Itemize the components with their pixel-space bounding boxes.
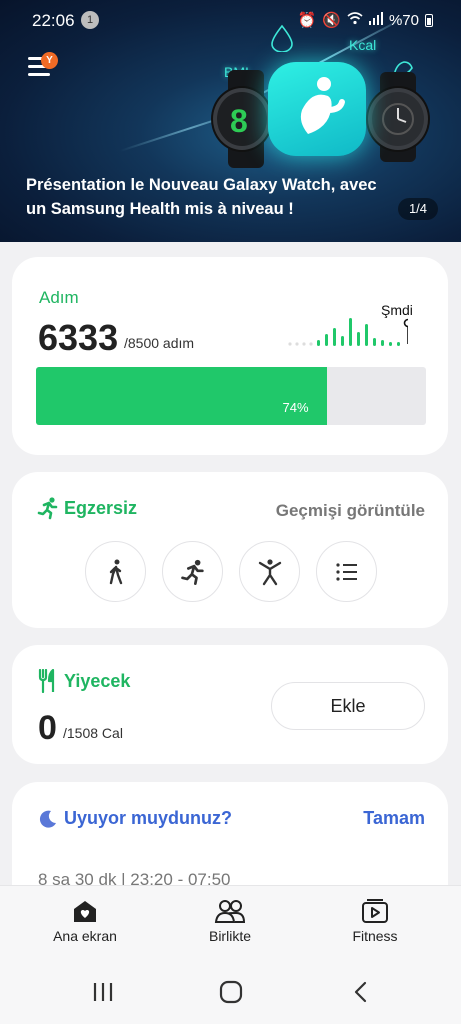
food-title: Yiyecek [64,671,131,691]
exercise-card[interactable]: Egzersiz Geçmişi görüntüle [12,472,448,628]
samsung-health-logo [268,62,366,156]
battery-icon [425,13,433,27]
status-time: 22:06 [32,11,75,30]
steps-count: 6333 [38,317,119,358]
exercise-list-button[interactable] [316,541,377,602]
signal-icon [368,11,383,29]
bottom-nav: Ana ekran Birlikte Fitness [0,885,461,960]
list-icon [335,562,357,581]
home-icon[interactable] [216,980,246,1004]
running-icon [37,497,58,520]
nav-fitness[interactable]: Fitness [325,898,425,944]
food-calorie-count: 0 [38,709,57,747]
hourly-steps-chart [288,318,408,346]
banner-title: Présentation le Nouveau Galaxy Watch, av… [26,176,377,218]
nav-together[interactable]: Birlikte [180,898,280,944]
notification-count-badge: 1 [81,11,99,29]
steps-progress-fill [36,367,327,425]
people-icon [214,900,246,923]
walking-icon [109,559,122,584]
moon-icon [39,810,56,828]
video-play-icon [362,899,388,923]
food-card[interactable]: Yiyecek 0 /1508 Cal Ekle [12,645,448,764]
kcal-label: Kcal [349,37,377,53]
nav-together-label: Birlikte [208,928,251,944]
water-drop-icon [271,24,293,52]
running-button[interactable] [162,541,223,602]
running-icon [180,559,204,585]
galaxy-watch-right [368,88,428,150]
stretching-icon [258,558,281,585]
menu-badge: Y [41,52,58,69]
promo-banner[interactable]: 22:06 1 ⏰ 🔇 %70 Y BMI Kcal 8 [0,0,461,242]
wifi-icon [347,11,363,29]
nav-home-label: Ana ekran [53,928,117,944]
view-history-link[interactable]: Geçmişi görüntüle [276,501,425,521]
status-icons: ⏰ 🔇 %70 [298,11,433,29]
steps-card[interactable]: Adım 6333 /8500 adım Şmdi 74% [12,257,448,455]
nav-home[interactable]: Ana ekran [35,898,135,944]
steps-progress-percent: 74% [282,400,309,415]
back-icon[interactable] [346,980,376,1004]
recent-apps-icon[interactable] [88,980,118,1004]
galaxy-watch-left: 8 [213,88,271,150]
nav-fitness-label: Fitness [352,928,398,944]
mute-icon: 🔇 [322,12,341,29]
sleep-title: Uyuyor muydunuz? [64,808,233,828]
steps-title: Adım [39,288,79,307]
add-food-button[interactable]: Ekle [271,682,425,730]
status-bar: 22:06 1 ⏰ 🔇 %70 [0,0,461,40]
sleep-ok-button[interactable]: Tamam [363,808,425,829]
home-heart-icon [74,901,96,922]
walking-button[interactable] [85,541,146,602]
steps-progress-bar: 74% [36,367,426,425]
stretching-button[interactable] [239,541,300,602]
battery-text: %70 [388,11,419,29]
cutlery-icon [38,669,55,693]
banner-pager: 1/4 [398,198,438,220]
exercise-title: Egzersiz [64,498,138,518]
system-navigation-bar [0,960,461,1024]
food-calorie-goal: /1508 Cal [63,725,123,741]
alarm-icon: ⏰ [297,12,317,29]
steps-goal: /8500 adım [124,335,195,351]
svg-text:8: 8 [230,103,248,139]
